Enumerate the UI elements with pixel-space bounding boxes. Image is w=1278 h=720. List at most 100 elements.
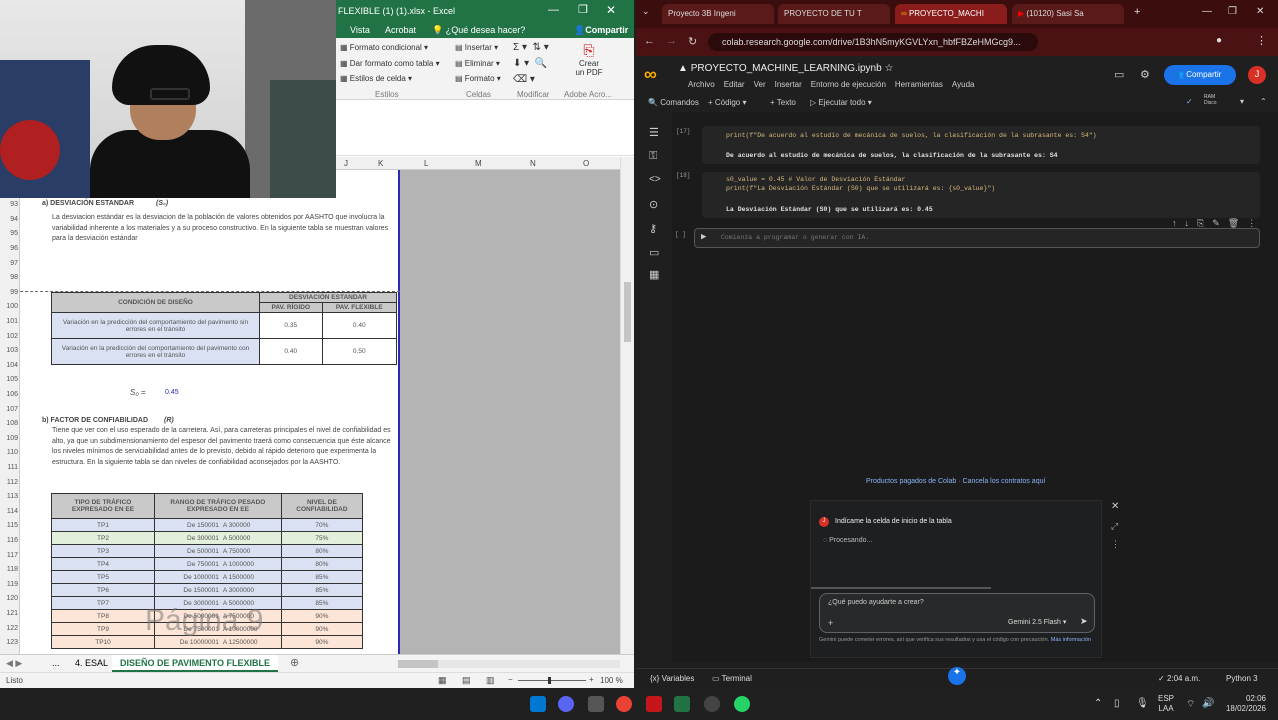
volume-icon[interactable]: 🔊: [1202, 698, 1214, 709]
row-header[interactable]: 117: [2, 552, 18, 559]
add-sheet-icon[interactable]: ⊕: [290, 656, 299, 669]
code-cell-18[interactable]: [18] s0_value = 0.45 # Valor de Desviaci…: [676, 172, 1260, 218]
clock[interactable]: 02:06 18/02/2026: [1222, 694, 1266, 714]
cell-code-line[interactable]: print(f"La Desviación Estándar (S0) que …: [726, 185, 995, 192]
row-header[interactable]: 103: [2, 347, 18, 354]
resources-indicator[interactable]: RAM Disco: [1204, 94, 1217, 106]
row-header[interactable]: 104: [2, 362, 18, 369]
model-selector[interactable]: Gemini 2.5 Flash ▾: [1008, 618, 1066, 626]
row-header[interactable]: 121: [2, 610, 18, 617]
code-cell-17[interactable]: [17] print(f"De acuerdo al estudio de me…: [676, 126, 1260, 164]
menu-herramientas[interactable]: Herramientas: [895, 80, 943, 89]
col-l[interactable]: L: [424, 159, 428, 168]
more-info-link[interactable]: Más información: [1051, 637, 1091, 643]
discord-icon[interactable]: [558, 696, 574, 712]
format-as-table-button[interactable]: ▦ Dar formato como tabla ▾: [340, 59, 440, 68]
forward-icon[interactable]: →: [666, 35, 677, 47]
zoom-slider[interactable]: [518, 677, 586, 684]
maximize-icon[interactable]: ❐: [578, 3, 588, 16]
more-icon[interactable]: ⋮: [1111, 539, 1120, 550]
notebook-filename[interactable]: ▲ PROYECTO_MACHINE_LEARNING.ipynb ☆: [678, 63, 893, 74]
tell-me-box[interactable]: 💡 ¿Qué desea hacer?: [432, 25, 525, 36]
folder-icon[interactable]: ▭: [649, 246, 659, 259]
row-header[interactable]: 95: [2, 230, 18, 237]
col-j[interactable]: J: [344, 159, 348, 168]
chrome-menu-icon[interactable]: ⋮: [1256, 34, 1267, 47]
file-explorer-icon[interactable]: [588, 696, 604, 712]
collapse-icon[interactable]: ⌃: [1260, 97, 1267, 106]
reload-icon[interactable]: ↻: [688, 35, 697, 48]
row-header[interactable]: 106: [2, 391, 18, 398]
col-o[interactable]: O: [583, 159, 589, 168]
whatsapp-icon[interactable]: [734, 696, 750, 712]
clear-icon[interactable]: ⌫ ▾: [513, 74, 535, 85]
menu-archivo[interactable]: Archivo: [688, 80, 715, 89]
battery-icon[interactable]: ▯: [1114, 698, 1120, 709]
row-header[interactable]: 108: [2, 420, 18, 427]
tab-acrobat[interactable]: Acrobat: [385, 25, 416, 35]
row-header[interactable]: 93: [2, 201, 18, 208]
chrome-tab-2[interactable]: PROYECTO DE TU T: [778, 4, 890, 24]
sheet-tab-active[interactable]: DISEÑO DE PAVIMENTO FLEXIBLE: [112, 655, 279, 672]
share-button[interactable]: 👥 Compartir: [1164, 65, 1236, 85]
menu-ayuda[interactable]: Ayuda: [952, 80, 975, 89]
horizontal-scrollbar[interactable]: [398, 660, 620, 668]
close-icon[interactable]: ✕: [606, 3, 616, 17]
acrobat-icon[interactable]: [646, 696, 662, 712]
empty-code-cell[interactable]: [ ] ▶ Comienza a programar o generar con…: [675, 228, 1260, 248]
row-header[interactable]: 98: [2, 274, 18, 281]
row-header[interactable]: 110: [2, 449, 18, 456]
col-m[interactable]: M: [475, 159, 482, 168]
row-header[interactable]: 99: [2, 289, 18, 296]
insert-button[interactable]: ▤ Insertar ▾: [455, 43, 498, 52]
avatar[interactable]: J: [1248, 66, 1266, 84]
send-icon[interactable]: ➤: [1080, 616, 1088, 627]
row-header[interactable]: 113: [2, 493, 18, 500]
toc-icon[interactable]: ☰: [649, 126, 659, 139]
close-icon[interactable]: ✕: [1256, 6, 1264, 17]
menu-editar[interactable]: Editar: [724, 80, 745, 89]
obs-icon[interactable]: [704, 696, 720, 712]
add-icon[interactable]: +: [828, 618, 833, 628]
row-header[interactable]: 119: [2, 581, 18, 588]
back-icon[interactable]: ←: [644, 35, 655, 47]
format-button[interactable]: ▤ Formato ▾: [455, 74, 501, 83]
cell-code-line[interactable]: s0_value = 0.45 # Valor de Desviación Es…: [726, 176, 905, 183]
zoom-out-icon[interactable]: −: [508, 675, 513, 684]
chrome-tab-4[interactable]: ▶ (10120) Sasi Sa: [1012, 4, 1124, 24]
row-header[interactable]: 123: [2, 639, 18, 646]
code-icon[interactable]: <>: [649, 174, 661, 185]
zoom-level[interactable]: 100 %: [600, 676, 623, 685]
new-tab-icon[interactable]: +: [1134, 6, 1140, 18]
maximize-icon[interactable]: ❐: [1228, 6, 1237, 17]
settings-icon[interactable]: ⚙: [1140, 68, 1150, 81]
row-header[interactable]: 120: [2, 595, 18, 602]
variables-button[interactable]: {x} Variables: [650, 674, 694, 683]
language-indicator[interactable]: ESP LAA: [1158, 694, 1174, 714]
paid-products-link[interactable]: Productos pagados de Colab · Cancela los…: [866, 478, 1045, 485]
fill-icon[interactable]: ⬇ ▾ 🔍: [513, 58, 547, 69]
sum-icon[interactable]: Σ ▾ ⇅ ▾: [513, 42, 549, 53]
commands-button[interactable]: 🔍 Comandos: [648, 98, 699, 107]
tab-vista[interactable]: Vista: [350, 25, 370, 35]
terminal-grid-icon[interactable]: ▦: [649, 268, 659, 281]
row-header[interactable]: 116: [2, 537, 18, 544]
create-pdf-button[interactable]: ⎘ Crear un PDF: [574, 42, 604, 77]
chrome-tab-active[interactable]: ∞ PROYECTO_MACHI: [895, 4, 1007, 24]
terminal-button[interactable]: ▭ Terminal: [712, 674, 752, 683]
excel-icon[interactable]: [674, 696, 690, 712]
row-header[interactable]: 101: [2, 318, 18, 325]
tab-scroll-left-icon[interactable]: ◀ ▶: [6, 658, 22, 669]
tab-search-icon[interactable]: ⌄: [642, 6, 650, 17]
zoom-in-icon[interactable]: +: [589, 675, 594, 684]
row-header[interactable]: 114: [2, 508, 18, 515]
row-header[interactable]: 97: [2, 260, 18, 267]
runtime-label[interactable]: Python 3: [1226, 674, 1258, 683]
vertical-scrollbar[interactable]: [620, 157, 634, 654]
start-icon[interactable]: [530, 696, 546, 712]
row-header[interactable]: 118: [2, 566, 18, 573]
row-header[interactable]: 107: [2, 406, 18, 413]
menu-ver[interactable]: Ver: [754, 80, 766, 89]
star-icon[interactable]: ☆: [884, 63, 893, 74]
view-normal-icon[interactable]: ▦: [438, 675, 447, 686]
